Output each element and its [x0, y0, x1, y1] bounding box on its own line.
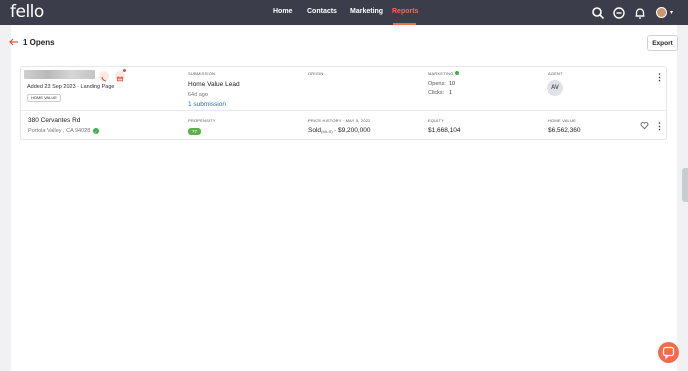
help-chat-button[interactable] [658, 342, 679, 363]
heart-icon[interactable] [640, 121, 649, 130]
submission-title: Home Value Lead [188, 81, 240, 88]
property-address[interactable]: 380 Cervantes Rd [28, 117, 80, 124]
card-divider [21, 110, 666, 111]
home-value-tag: HOME VALUE [27, 94, 61, 102]
sold-source: (MLS) [321, 129, 333, 134]
opens-label: Opens: [428, 81, 446, 87]
property-options-icon[interactable]: ⋮ [655, 122, 664, 131]
mail-icon[interactable] [115, 71, 125, 82]
submission-age: 64d ago [188, 92, 208, 98]
back-arrow-icon[interactable] [9, 38, 19, 46]
home-value-label: HOME VALUE [548, 118, 576, 123]
sold-label: Sold [308, 127, 322, 134]
bell-icon[interactable] [633, 6, 647, 20]
export-button[interactable]: Export [647, 35, 678, 51]
page-title: 1 Opens [23, 38, 55, 47]
unread-indicator [123, 69, 126, 72]
price-history-label: PRICE HISTORY · MAY 5, 2022 [308, 118, 371, 123]
phone-icon[interactable] [99, 71, 109, 82]
submission-label: SUBMISSION [188, 71, 216, 76]
brand-logo[interactable]: fello [10, 2, 44, 22]
sold-price: · $9,200,000 [334, 127, 371, 134]
clicks-value: 1 [449, 90, 453, 96]
home-value-value: $6,562,360 [548, 127, 581, 134]
nav-link-reports[interactable]: Reports [392, 8, 418, 15]
top-nav: fello Home Contacts Marketing Reports ▾ [0, 0, 688, 25]
opens-value: 10 [449, 81, 456, 87]
chat-help-icon [662, 346, 675, 360]
chevron-down-icon[interactable]: ▾ [670, 9, 673, 16]
nav-link-marketing[interactable]: Marketing [350, 8, 383, 15]
agent-avatar[interactable]: AV [547, 80, 563, 96]
more-options-icon[interactable]: ⋮ [655, 73, 664, 82]
nav-link-home[interactable]: Home [273, 8, 292, 15]
submissions-link[interactable]: 1 submission [188, 101, 226, 108]
propensity-score: 77 [188, 128, 201, 135]
equity-label: EQUITY [428, 118, 445, 123]
user-avatar[interactable] [656, 7, 667, 18]
equity-value: $1,668,104 [428, 127, 461, 134]
side-drawer-handle[interactable] [682, 168, 688, 202]
propensity-label: PROPENSITY [188, 118, 216, 123]
verified-check-icon: ✓ [93, 128, 99, 134]
add-circle-icon[interactable] [612, 6, 626, 20]
contact-name-redacted[interactable] [24, 70, 95, 79]
added-info: Added 23 Sep 2023 · Landing Page [27, 84, 115, 90]
origin-label: ORIGIN [308, 71, 324, 76]
agent-label: AGENT [548, 71, 563, 76]
property-city: Portola Valley , CA 94028 [28, 128, 91, 134]
marketing-label: MARKETING [428, 71, 454, 76]
nav-link-contacts[interactable]: Contacts [307, 8, 337, 15]
search-icon[interactable] [591, 6, 605, 20]
marketing-status-dot [455, 71, 459, 75]
clicks-label: Clicks: [428, 90, 445, 96]
